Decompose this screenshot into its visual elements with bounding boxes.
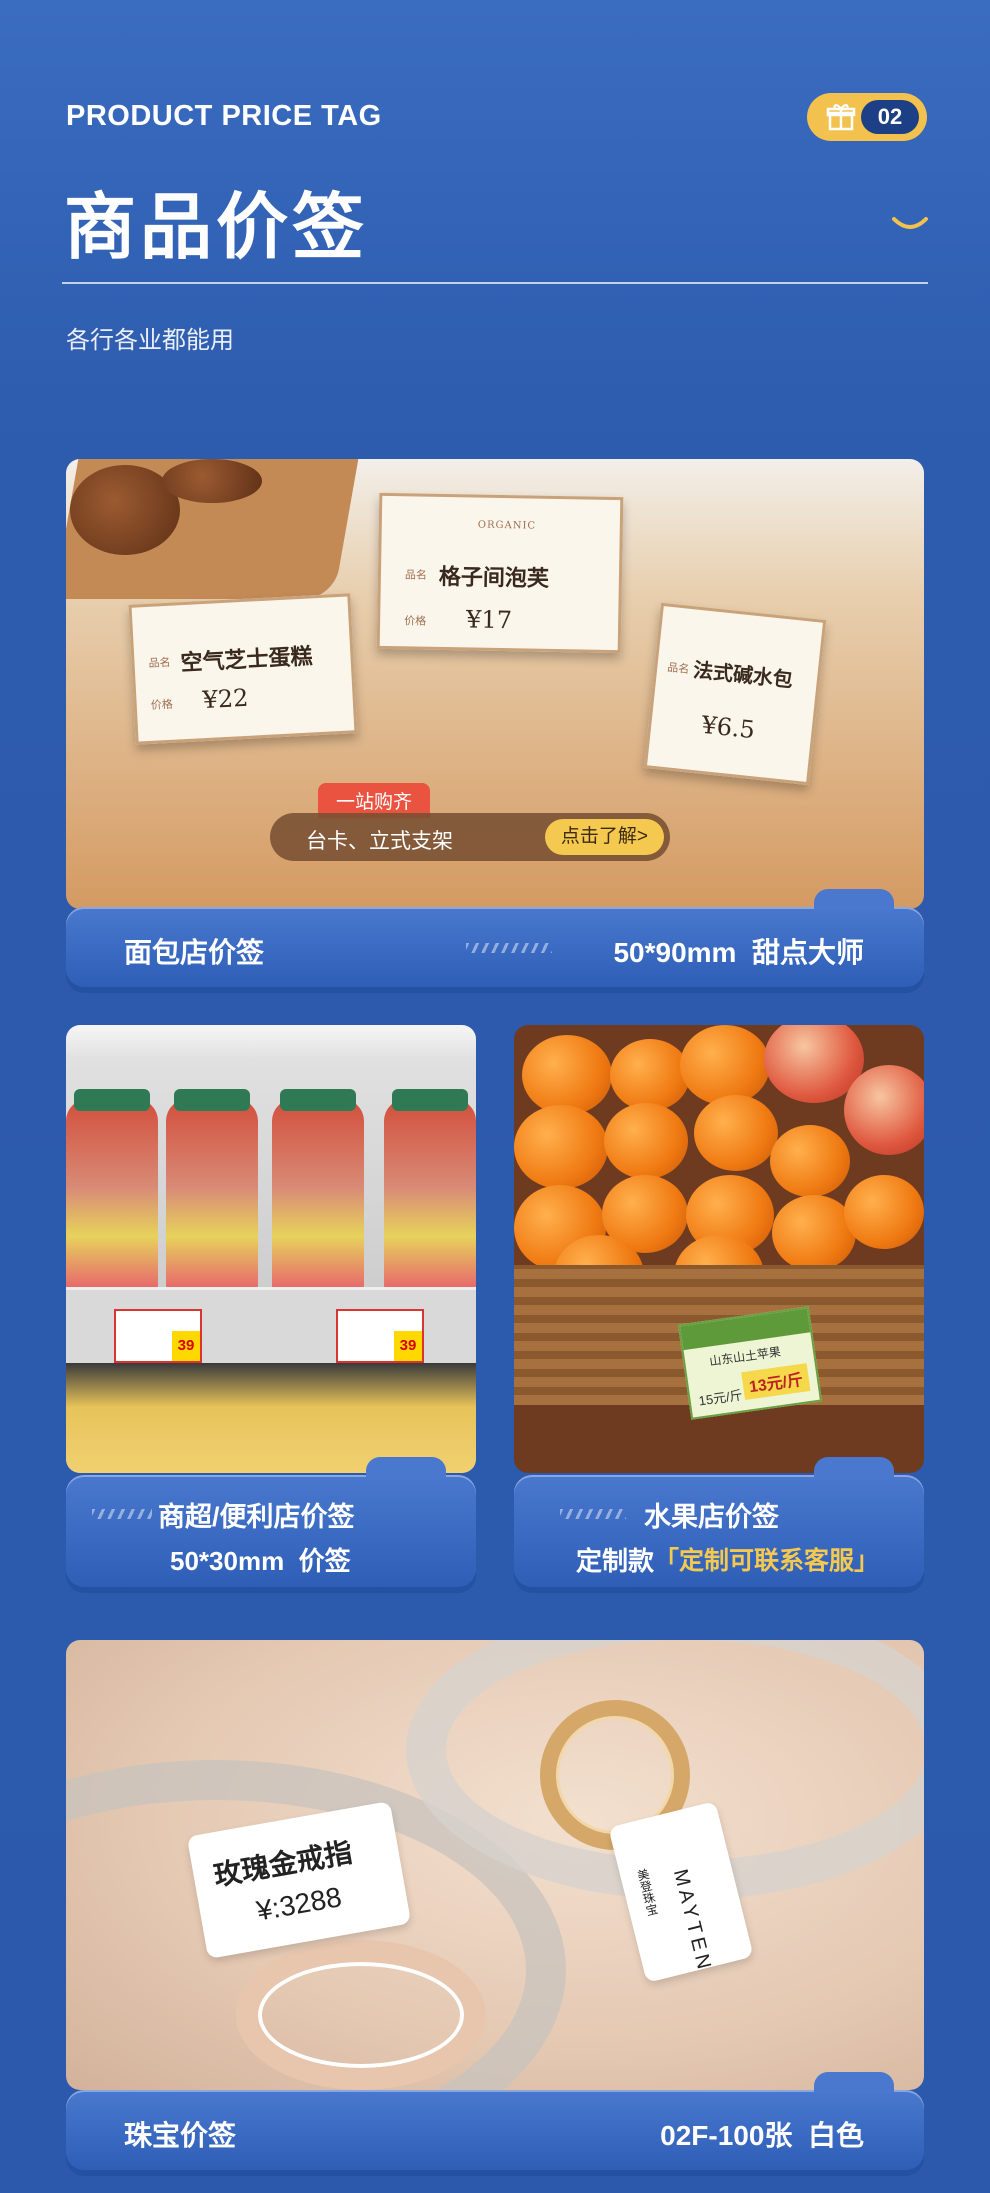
- jewelry-caption-right: 02F-100张 白色: [660, 2120, 864, 2151]
- banner-text: 台卡、立式支架: [306, 830, 453, 853]
- fruit-caption-bar: 水果店价签 定制款 「定制可联系客服」: [514, 1457, 924, 1587]
- smile-icon: [892, 217, 928, 229]
- jar-image: [166, 1089, 258, 1295]
- fruit-caption-line1: 水果店价签: [644, 1502, 779, 1532]
- cookie-image: [162, 459, 262, 503]
- bakery-price-card: 品名 空气芝士蛋糕 价格 ¥22: [128, 593, 358, 745]
- bakery-image: 品名 空气芝士蛋糕 价格 ¥22 ORGANIC 品名 格子间泡芙 价格 ¥17…: [66, 459, 924, 909]
- fruit-caption-prefix: 定制款: [576, 1546, 655, 1576]
- fruit-image: 山东山土苹果 15元/斤 13元/斤: [514, 1025, 924, 1473]
- fruit-caption-highlight: 「定制可联系客服」: [654, 1547, 880, 1575]
- page-badge: 02: [807, 93, 927, 141]
- supermarket-caption-line2: 50*30mm 价签: [170, 1546, 351, 1576]
- jar-image: [272, 1089, 364, 1295]
- bakery-price-card: 品名 法式碱水包 ¥6.5: [643, 602, 827, 786]
- ring-image: [236, 1940, 486, 2090]
- bakery-caption-left: 面包店价签: [124, 937, 265, 968]
- learn-more-button[interactable]: 点击了解>: [544, 819, 664, 855]
- jar-image: [384, 1089, 476, 1295]
- header-title-en: PRODUCT PRICE TAG: [66, 100, 382, 132]
- shelf-price-tag: 39: [114, 1309, 202, 1363]
- jewelry-caption-left: 珠宝价签: [124, 2120, 237, 2151]
- bakery-caption-right: 50*90mm 甜点大师: [613, 937, 864, 968]
- supermarket-caption-bar: 商超/便利店价签 50*30mm 价签: [66, 1457, 476, 1587]
- supermarket-image: 39 39: [66, 1025, 476, 1473]
- jar-image: [66, 1089, 158, 1295]
- subtitle: 各行各业都能用: [66, 327, 234, 354]
- bakery-price-card: ORGANIC 品名 格子间泡芙 价格 ¥17: [376, 492, 624, 654]
- stand-banner[interactable]: 台卡、立式支架 点击了解>: [270, 813, 670, 861]
- supermarket-caption-line1: 商超/便利店价签: [158, 1502, 355, 1532]
- jewelry-image: 玫瑰金戒指 ¥:3288 MAYTEN 美登珠宝: [66, 1640, 924, 2090]
- page-title: 商品价签: [64, 185, 369, 269]
- shelf-price-tag: 39: [336, 1309, 424, 1363]
- badge-number: 02: [861, 100, 919, 134]
- fruit-price-tag: 山东山土苹果 15元/斤 13元/斤: [677, 1306, 823, 1420]
- jewelry-caption-bar: 珠宝价签 02F-100张 白色: [66, 2072, 924, 2170]
- header-divider: [62, 282, 928, 284]
- bakery-caption-bar: 面包店价签 50*90mm 甜点大师: [66, 889, 924, 987]
- gift-icon: [826, 104, 856, 131]
